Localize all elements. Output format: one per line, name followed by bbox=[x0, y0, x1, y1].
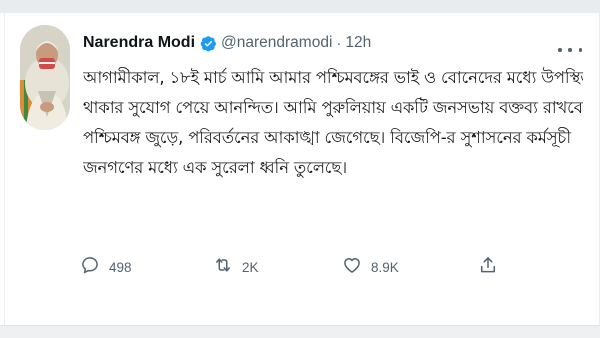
verified-badge-icon bbox=[200, 35, 217, 52]
reply-button[interactable]: 498 bbox=[80, 252, 132, 282]
window-bottom-strip bbox=[0, 325, 600, 338]
more-dot bbox=[578, 48, 582, 52]
tweet-header: Narendra Modi @narendramodi · 12h bbox=[83, 30, 371, 56]
tweet-text-line: পশ্চিমবঙ্গ জুড়ে, পরিবর্তনের আকাঙ্খা জেগ… bbox=[83, 128, 571, 147]
tweet-text-line: আগামীকাল, ১৮ই মার্চ আমি আমার পশ্চিমবঙ্গে… bbox=[83, 68, 583, 87]
more-options-icon[interactable] bbox=[558, 45, 582, 55]
tweet-text: আগামীকাল, ১৮ই মার্চ আমি আমার পশ্চিমবঙ্গে… bbox=[83, 63, 583, 183]
share-icon bbox=[478, 255, 498, 279]
window-top-strip bbox=[0, 0, 600, 13]
tweet-actions: 498 2K 8.9K bbox=[80, 252, 600, 282]
author-handle[interactable]: @narendramodi bbox=[221, 34, 332, 52]
tweet-text-line: থাকার সুযোগ পেয়ে আনন্দিত। আমি পুরুলিয়া… bbox=[83, 98, 583, 117]
like-count: 8.9K bbox=[371, 259, 399, 275]
retweet-icon bbox=[213, 255, 233, 279]
more-dot bbox=[568, 48, 572, 52]
author-name[interactable]: Narendra Modi bbox=[83, 34, 195, 52]
avatar[interactable] bbox=[20, 25, 70, 130]
reply-count: 498 bbox=[109, 259, 132, 275]
like-button[interactable]: 8.9K bbox=[342, 252, 399, 282]
retweet-count: 2K bbox=[242, 259, 259, 275]
like-icon bbox=[342, 255, 362, 279]
reply-icon bbox=[80, 255, 100, 279]
tweet-text-line: জনগণের মধ্যে এক সুরেলা ধ্বনি তুলেছে। bbox=[83, 158, 347, 177]
retweet-button[interactable]: 2K bbox=[213, 252, 259, 282]
tweet-timestamp[interactable]: 12h bbox=[345, 34, 371, 52]
more-dot bbox=[558, 48, 562, 52]
share-button[interactable] bbox=[478, 252, 498, 282]
header-separator: · bbox=[336, 34, 342, 52]
